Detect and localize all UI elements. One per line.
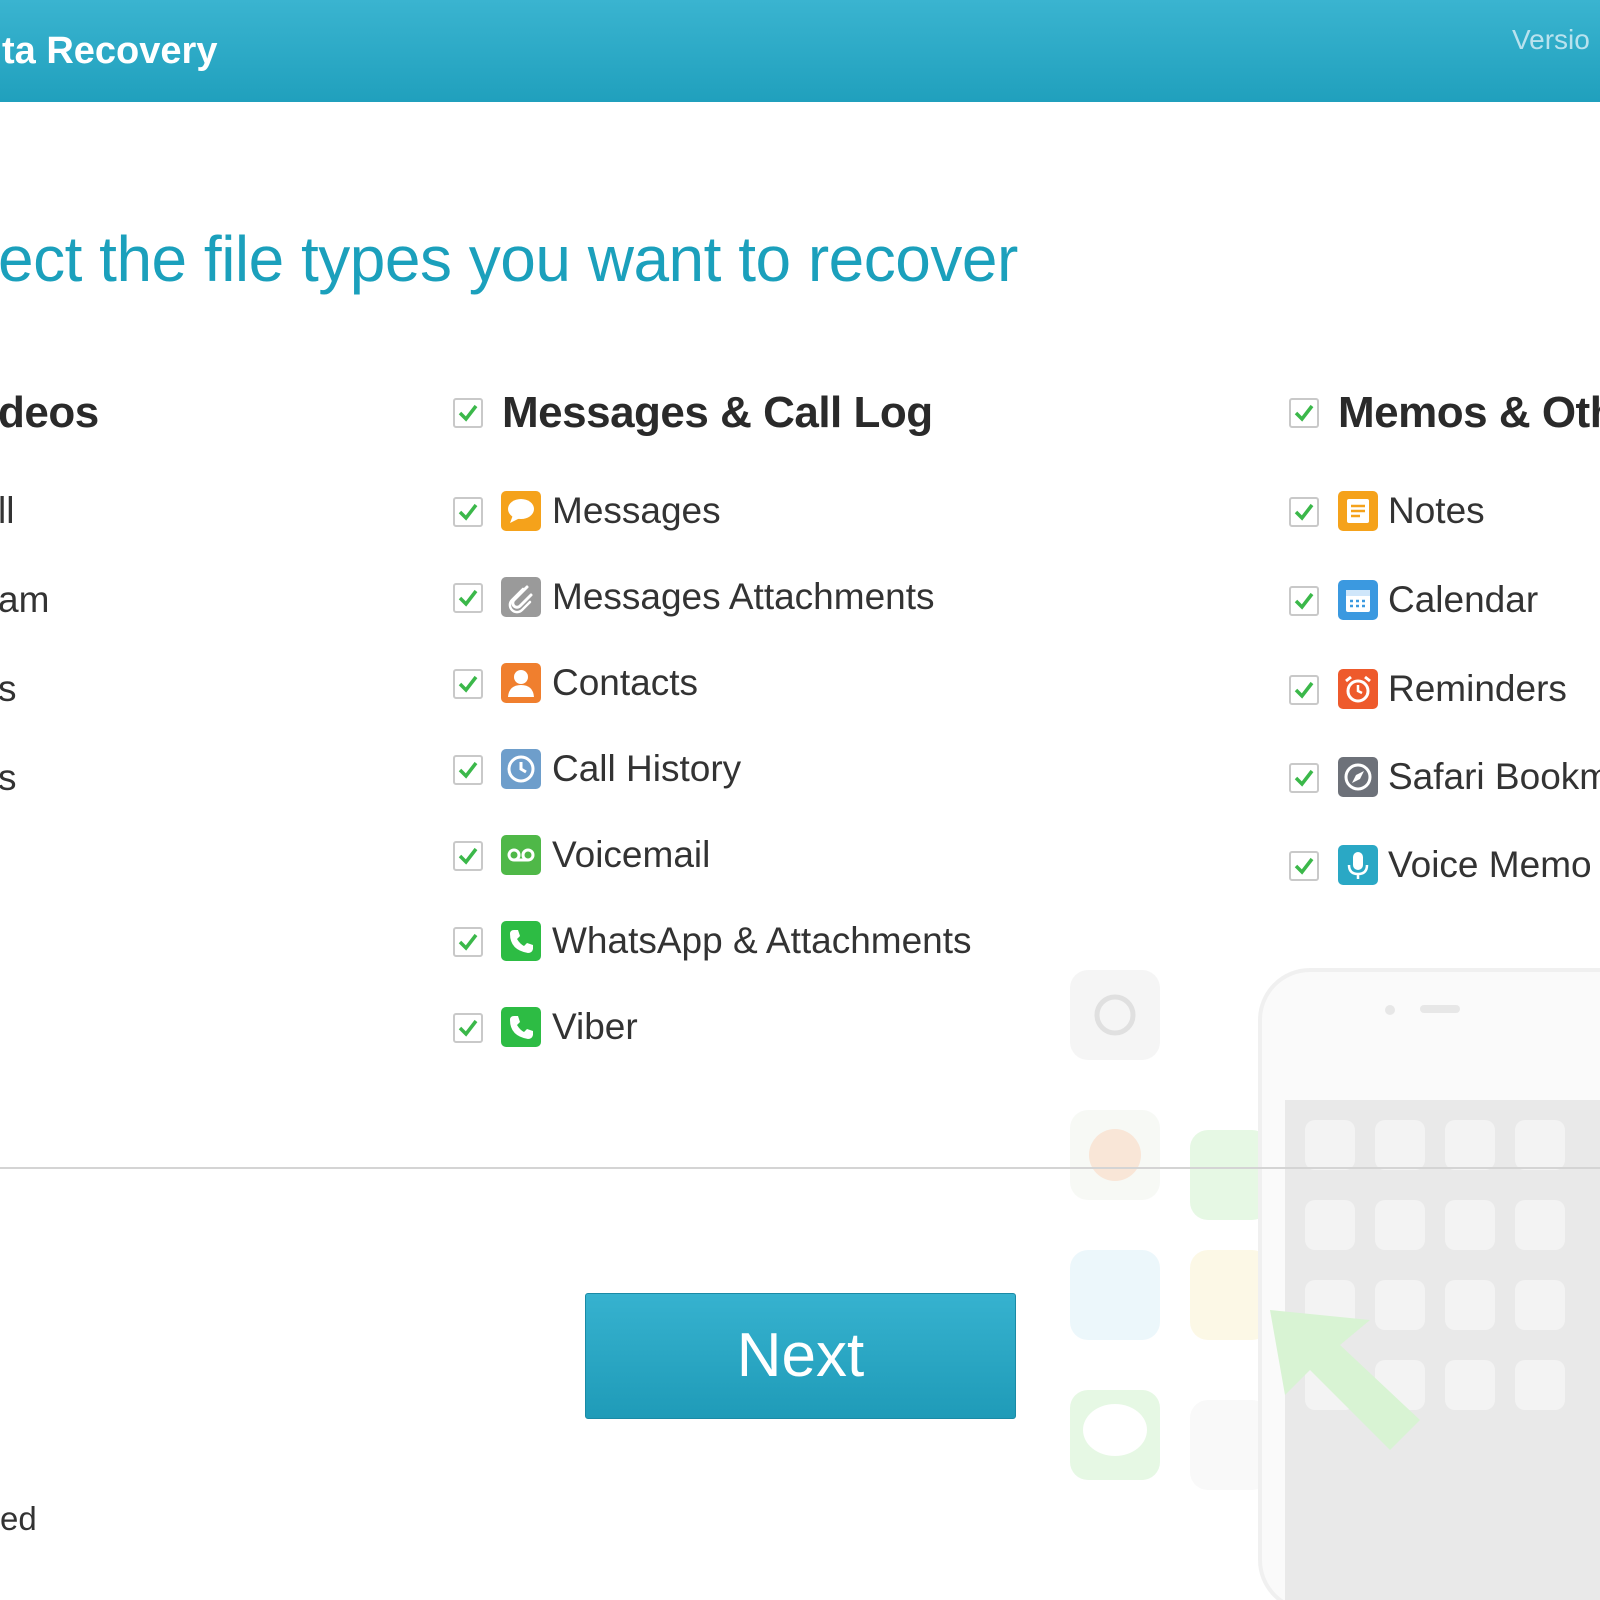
call-history-label[interactable]: Call History xyxy=(552,748,741,790)
checkmark-icon xyxy=(1294,857,1314,875)
reminders-label[interactable]: Reminders xyxy=(1388,668,1567,710)
notes-icon xyxy=(1338,491,1378,531)
checkmark-icon xyxy=(458,1019,478,1037)
whatsapp-label[interactable]: WhatsApp & Attachments xyxy=(552,920,972,962)
viber-phone-icon xyxy=(501,1007,541,1047)
voicemail-icon xyxy=(501,835,541,875)
safari-bookmarks-label[interactable]: Safari Bookm xyxy=(1388,756,1600,798)
contacts-label[interactable]: Contacts xyxy=(552,662,698,704)
whatsapp-checkbox[interactable] xyxy=(453,927,483,957)
calendar-icon xyxy=(1338,580,1378,620)
message-bubble-icon xyxy=(501,491,541,531)
alarm-clock-icon xyxy=(1338,669,1378,709)
left-item-2[interactable]: am xyxy=(0,579,49,621)
voice-memos-label[interactable]: Voice Memo xyxy=(1388,844,1592,886)
checkmark-icon xyxy=(1294,404,1314,422)
next-button[interactable]: Next xyxy=(585,1293,1016,1419)
divider-line xyxy=(0,1167,1600,1169)
calendar-label[interactable]: Calendar xyxy=(1388,579,1538,621)
notes-label[interactable]: Notes xyxy=(1388,490,1485,532)
viber-checkbox[interactable] xyxy=(453,1013,483,1043)
messages-call-log-header: Messages & Call Log xyxy=(502,388,933,437)
checkmark-icon xyxy=(1294,681,1314,699)
photos-videos-header: deos xyxy=(0,388,99,437)
voicemail-checkbox[interactable] xyxy=(453,841,483,871)
reminders-checkbox[interactable] xyxy=(1289,675,1319,705)
notes-checkbox[interactable] xyxy=(1289,497,1319,527)
microphone-icon xyxy=(1338,845,1378,885)
paperclip-icon xyxy=(501,577,541,617)
messages-checkbox[interactable] xyxy=(453,497,483,527)
checkmark-icon xyxy=(1294,503,1314,521)
left-item-4[interactable]: s xyxy=(0,757,17,799)
compass-icon xyxy=(1338,757,1378,797)
checkmark-icon xyxy=(1294,592,1314,610)
checkmark-icon xyxy=(458,589,478,607)
messages-attachments-checkbox[interactable] xyxy=(453,583,483,613)
voice-memos-checkbox[interactable] xyxy=(1289,851,1319,881)
clock-icon xyxy=(501,749,541,789)
viber-label[interactable]: Viber xyxy=(552,1006,638,1048)
checkmark-icon xyxy=(458,404,478,422)
page-heading: ect the file types you want to recover xyxy=(0,223,1018,295)
checkmark-icon xyxy=(458,761,478,779)
footer-status-text: ed xyxy=(0,1500,37,1537)
whatsapp-phone-icon xyxy=(501,921,541,961)
version-label: Versio xyxy=(1512,24,1590,55)
call-history-checkbox[interactable] xyxy=(453,755,483,785)
phone-illustration xyxy=(1040,930,1600,1600)
memos-others-header: Memos & Oth xyxy=(1338,388,1600,437)
safari-bookmarks-checkbox[interactable] xyxy=(1289,763,1319,793)
checkmark-icon xyxy=(1294,769,1314,787)
checkmark-icon xyxy=(458,933,478,951)
calendar-checkbox[interactable] xyxy=(1289,586,1319,616)
app-title: ta Recovery xyxy=(2,30,218,72)
messages-attachments-label[interactable]: Messages Attachments xyxy=(552,576,935,618)
messages-call-log-group-checkbox[interactable] xyxy=(453,398,483,428)
contact-person-icon xyxy=(501,663,541,703)
left-item-1[interactable]: ll xyxy=(0,490,14,532)
checkmark-icon xyxy=(458,675,478,693)
contacts-checkbox[interactable] xyxy=(453,669,483,699)
checkmark-icon xyxy=(458,847,478,865)
title-bar: ta Recovery Versio xyxy=(0,0,1600,102)
left-item-3[interactable]: s xyxy=(0,668,17,710)
voicemail-label[interactable]: Voicemail xyxy=(552,834,710,876)
memos-others-group-checkbox[interactable] xyxy=(1289,398,1319,428)
messages-label[interactable]: Messages xyxy=(552,490,721,532)
checkmark-icon xyxy=(458,503,478,521)
